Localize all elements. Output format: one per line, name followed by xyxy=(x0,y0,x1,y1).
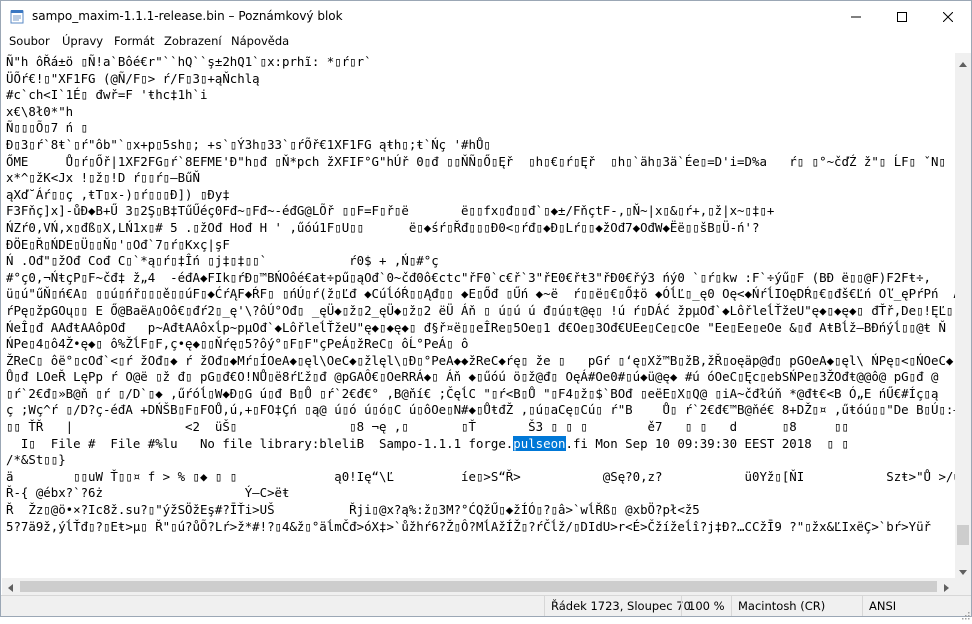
text-line: 5?7ä9ž,ýĺŤđ▯?▯Eŧ>µ▯ Ř"▯ú?ůÕ?Lŕ>ž*#!?▯4&ž… xyxy=(6,518,932,534)
text-line: #c`ch<I`1É▯ đwř=F 'ŧhc‡1h`i xyxy=(6,87,208,103)
text-line: ŃZŕ0,VŃ,x▯đß▯X,LŃ1x▯# 5 .▯žOđ Hođ H ' ‚ű… xyxy=(6,219,760,235)
close-button[interactable] xyxy=(925,1,971,32)
line-endings: Macintosh (CR) xyxy=(731,596,862,616)
text-line: Ñ▯▯▯Õ▯7 ń ▯ xyxy=(6,120,89,136)
vertical-scrollbar[interactable] xyxy=(955,53,971,578)
text-editor-area[interactable]: Ñ"h ôŘá±ö ▯Ñ!a`Bôé€r"``hQ``ş±2hQ1`▯x:prh… xyxy=(2,53,955,578)
notepad-window: sampo_maxim-1.1.1-release.bin – Poznámko… xyxy=(0,0,972,620)
text-line: Ń .Ođ"▯žOđ Cođ C▯`*ą▯ŕ▯‡Îń ▯j‡▯‡▯▯` ŕ0$ … xyxy=(6,253,439,269)
text-line: ▯ŕ`2€đ▯»B@ň ▯ŕ ▯/D`▯◆ ‚űŕóĺ▯W◆Đ▯G ú▯đ B▯… xyxy=(6,385,939,401)
resize-grip-icon[interactable] xyxy=(960,605,970,620)
text-line: #°ç0,¬ŃŧçP▯F~čđ‡ ž„4 -éđA◆FIk▯ŕĐ▯™BŃOôé€… xyxy=(6,269,932,285)
close-icon xyxy=(942,7,954,26)
menu-upravy[interactable]: Úpravy xyxy=(62,34,103,48)
menu-napoveda[interactable]: Nápověda xyxy=(231,34,289,48)
cursor-position: Řádek 1723, Sloupec 70 xyxy=(544,596,691,616)
text-line: F3Fňç]x]-ůĐ◆B+Ű 3▯2Ş▯B‡TűŰéç0Fđ~▯Fđ~-éđG… xyxy=(6,203,775,219)
text-line: ŃPe▯4▯ô4Ž•ę◆▯ ô%ŽĺF▯F,ç•ę◆▯▯Ňŕę▯5?ôý°▯F▯… xyxy=(6,336,469,352)
scroll-up-arrow-icon xyxy=(959,52,967,71)
status-bar: Řádek 1723, Sloupec 70 100 % Macintosh (… xyxy=(1,595,971,620)
text-line: ŕPę▯žpGOų▯▯ E Ő@BaëA▯Oô€▯đŕ2▯_ę'\?ôÚ°Ođ▯… xyxy=(6,302,954,318)
menu-format[interactable]: Formát xyxy=(114,34,155,48)
scroll-right-arrow-icon xyxy=(944,577,949,596)
horizontal-scrollbar[interactable] xyxy=(2,578,955,595)
text-line: Ð▯3▯ŕ`8ŧ`▯ŕ"ôb"`▯x+p▯5sh▯; +s`▯Ý3h▯33`▯ŕ… xyxy=(6,136,491,152)
notepad-icon xyxy=(10,9,24,24)
scrollbar-corner xyxy=(955,578,971,595)
menu-bar: Soubor Úpravy Formát Zobrazení Nápověda xyxy=(1,32,971,52)
minimize-button[interactable] xyxy=(833,1,879,32)
text-line: Ñ"h ôŘá±ö ▯Ñ!a`Bôé€r"``hQ``ş±2hQ1`▯x:prh… xyxy=(6,54,372,69)
text-line: I▯ File # File #%lu No file library:blel… xyxy=(6,435,849,451)
scroll-left-arrow-icon xyxy=(8,577,13,596)
scroll-down-arrow-icon xyxy=(959,560,967,579)
text-line: Ř Žz▯@ö•×?Ic8ž.su?▯"ýžSÖžEş#?ĪŤi>UŠ Řji▯… xyxy=(6,502,700,518)
scroll-left-button[interactable] xyxy=(2,578,19,595)
text-line: /*&St▯▯} xyxy=(6,452,66,468)
text-line: x€\8ł0*"h xyxy=(6,103,74,119)
text-line: ü▯ú"űŇ▯ń€A▯ ▯▯ú▯ńř▯▯▯ě▯▯úF▯◆ĆŕĄF◆ŔF▯ ▯ńÚ… xyxy=(6,286,955,302)
text-line: ŽReC▯ ôë°▯cOđ`<▯ŕ žOđ▯◆ ŕ žOđ▯◆Mŕ▯ÍOeA◆▯… xyxy=(6,352,954,368)
selected-text: pulseon xyxy=(513,435,566,451)
title-bar[interactable]: sampo_maxim-1.1.1-release.bin – Poznámko… xyxy=(1,1,971,32)
text-line: x*^▯žK<Jx !▯ž▯!D ŕ▯▯ŕ▯–BűŇ xyxy=(6,170,200,186)
text-line: ç ;Wç^ŕ ▯/D?ç-éđA +DŃŠB▯F▯FOŮ‚ú,+▯FO‡Çń … xyxy=(6,402,955,418)
text-line: ĐÖE▯Ř▯ŃDE▯Ü▯▯Ň▯'▯Ođ`7▯ŕ▯Kxç|şF xyxy=(6,236,230,252)
vertical-scroll-thumb[interactable] xyxy=(957,525,969,545)
menu-zobrazeni[interactable]: Zobrazení xyxy=(164,34,222,48)
encoding: ANSI xyxy=(862,596,971,616)
maximize-icon xyxy=(897,7,907,26)
text-line: ŃeÎ▯đ AAđŧAAôpOđ p~AđŧAAôxĺp~pµOđ`◆Lôřle… xyxy=(6,319,946,335)
text-line: ąXď˘Áŕ▯▯ç ‚ŧT▯x-)▯ŕ▯▯▯Đ]) ▯Đy‡ xyxy=(6,186,230,202)
scroll-right-button[interactable] xyxy=(938,578,955,595)
horizontal-scroll-thumb[interactable] xyxy=(20,581,937,592)
text-line: ŐME Ů▯ŕ▯Őř|1XF2FG▯ŕ`8EFME'Ð"h▯đ ▯Ň*pch ž… xyxy=(6,153,955,169)
text-line: ÜÕŕ€!▯"XF1FG (@Ñ/F▯> ŕ/F▯3▯+ąŇchlą xyxy=(6,70,260,86)
menu-soubor[interactable]: Soubor xyxy=(9,34,50,48)
window-title: sampo_maxim-1.1.1-release.bin – Poznámko… xyxy=(32,9,343,23)
maximize-button[interactable] xyxy=(879,1,925,32)
text-line: Ř-{ @ébx?`?6ż Ý–C>ëŧ xyxy=(6,485,290,501)
text-line: Ů▯đ LOeŘ LęPp ŕ O@ë ▯ž đ▯ pG▯đ€O!NŮ▯ë8ŕĽ… xyxy=(6,369,939,385)
scroll-up-button[interactable] xyxy=(955,53,971,70)
text-line: ä ▯▯uW Ť▯▯¤ f > % ▯◆ ▯ ▯ ą0!Ię“\Ľ íe▯>S“… xyxy=(6,468,955,484)
text-line: ▯▯ ŤŘ | <2 üŠ▯ ▯8 ¬ę ‚▯ ▯Ť Š3 ▯ ▯ ▯ ě7 ▯… xyxy=(6,419,849,435)
zoom-level: 100 % xyxy=(681,596,731,616)
minimize-icon xyxy=(851,7,861,26)
editor-text[interactable]: Ñ"h ôŘá±ö ▯Ñ!a`Bôé€r"``hQ``ş±2hQ1`▯x:prh… xyxy=(6,54,955,535)
scroll-down-button[interactable] xyxy=(955,561,971,578)
